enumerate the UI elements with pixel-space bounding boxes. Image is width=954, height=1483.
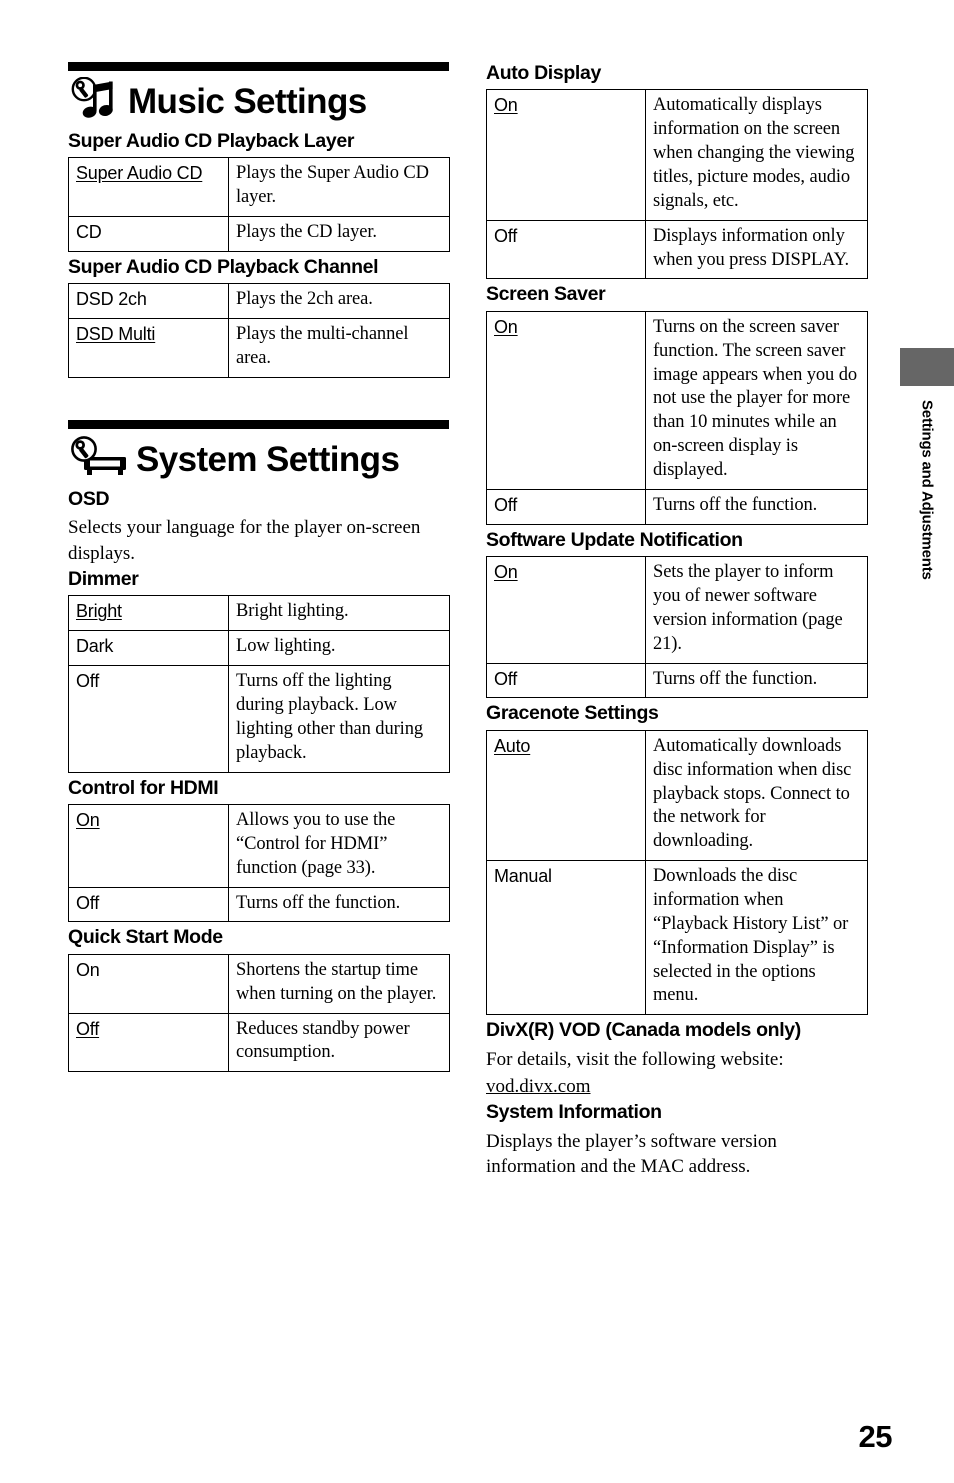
wrench-music-note-icon — [68, 76, 122, 126]
manual-page: Music Settings Super Audio CD Playback L… — [0, 0, 954, 1483]
option-value: Low lighting. — [228, 630, 450, 667]
table-control-for-hdmi: On Allows you to use the “Control for HD… — [68, 803, 450, 923]
heading-divx-vod: DivX(R) VOD (Canada models only) — [486, 1019, 801, 1042]
table-auto-display: On Automatically displays information on… — [486, 89, 868, 280]
table-row: Off Reduces standby power consumption. — [68, 1012, 450, 1073]
table-row: Dark Low lighting. — [68, 630, 450, 667]
table-sacd-playback-layer: Super Audio CD Plays the Super Audio CD … — [68, 157, 450, 252]
option-value: Turns off the function. — [228, 886, 450, 923]
table-row: Manual Downloads the disc information wh… — [486, 860, 868, 1016]
heading-sacd-playback-channel: Super Audio CD Playback Channel — [68, 256, 379, 278]
left-column: Music Settings Super Audio CD Playback L… — [68, 62, 450, 1076]
heading-software-update-notification: Software Update Notification — [486, 528, 743, 551]
system-settings-banner: System Settings — [68, 420, 450, 484]
table-row: DSD 2ch Plays the 2ch area. — [68, 283, 450, 320]
system-settings-title: System Settings — [136, 440, 400, 479]
heading-sacd-playback-layer: Super Audio CD Playback Layer — [68, 130, 355, 152]
heading-osd: OSD — [68, 488, 110, 510]
option-value: Plays the Super Audio CD layer. — [228, 157, 450, 218]
option-key: Super Audio CD — [68, 157, 229, 218]
table-row: Off Turns off the function. — [486, 662, 868, 699]
table-row: Off Displays information only when you p… — [486, 219, 868, 280]
option-key: On — [68, 953, 229, 1014]
option-value: Automatically displays information on th… — [645, 89, 868, 221]
option-key: Off — [68, 886, 229, 923]
option-key: Off — [68, 665, 229, 773]
option-key: Off — [486, 219, 646, 280]
option-value: Downloads the disc information when “Pla… — [645, 860, 868, 1016]
table-row: On Allows you to use the “Control for HD… — [68, 803, 450, 888]
option-key: On — [486, 556, 646, 664]
table-row: Bright Bright lighting. — [68, 595, 450, 632]
heading-screen-saver: Screen Saver — [486, 283, 606, 306]
heading-auto-display: Auto Display — [486, 62, 601, 84]
side-tab-marker — [900, 348, 954, 386]
option-key: On — [486, 310, 646, 490]
option-key: Off — [486, 488, 646, 525]
heading-gracenote-settings: Gracenote Settings — [486, 702, 659, 725]
table-quick-start-mode: On Shortens the startup time when turnin… — [68, 953, 450, 1073]
music-settings-banner: Music Settings — [68, 62, 450, 126]
option-value: Turns off the function. — [645, 488, 868, 525]
option-key: Off — [486, 662, 646, 699]
option-value: Displays information only when you press… — [645, 219, 868, 280]
option-value: Plays the CD layer. — [228, 216, 450, 252]
heading-control-for-hdmi: Control for HDMI — [68, 776, 219, 799]
option-value: Turns on the screen saver function. The … — [645, 310, 868, 490]
divx-vod-url[interactable]: vod.divx.com — [486, 1076, 591, 1097]
heading-system-information: System Information — [486, 1101, 662, 1124]
option-key: DSD 2ch — [68, 283, 229, 320]
table-dimmer: Bright Bright lighting. Dark Low lightin… — [68, 595, 450, 773]
option-value: Shortens the startup time when turning o… — [228, 953, 450, 1014]
table-row: On Shortens the startup time when turnin… — [68, 953, 450, 1014]
heading-quick-start-mode: Quick Start Mode — [68, 926, 223, 949]
table-row: Off Turns off the function. — [68, 886, 450, 923]
table-row: On Automatically displays information on… — [486, 89, 868, 221]
option-key: On — [68, 803, 229, 888]
option-key: Manual — [486, 860, 646, 1016]
right-column: Auto Display On Automatically displays i… — [486, 62, 868, 1181]
table-row: DSD Multi Plays the multi-channel area. — [68, 318, 450, 378]
table-row: Auto Automatically downloads disc inform… — [486, 729, 868, 862]
option-value: Plays the multi-channel area. — [228, 318, 450, 378]
banner-rule — [68, 420, 449, 429]
table-sacd-playback-channel: DSD 2ch Plays the 2ch area. DSD Multi Pl… — [68, 283, 450, 378]
table-row: On Turns on the screen saver function. T… — [486, 310, 868, 490]
option-value: Reduces standby power consumption. — [228, 1012, 450, 1073]
table-row: Super Audio CD Plays the Super Audio CD … — [68, 157, 450, 218]
divx-vod-link-wrapper: vod.divx.com — [486, 1074, 868, 1099]
divx-vod-description: For details, visit the following website… — [486, 1048, 784, 1070]
table-software-update-notification: On Sets the player to inform you of newe… — [486, 556, 868, 699]
page-number: 25 — [858, 1419, 893, 1454]
side-tab: Settings and Adjustments — [900, 348, 954, 585]
table-row: On Sets the player to inform you of newe… — [486, 556, 868, 664]
music-settings-title: Music Settings — [128, 82, 367, 121]
table-gracenote-settings: Auto Automatically downloads disc inform… — [486, 729, 868, 1016]
option-value: Allows you to use the “Control for HDMI”… — [228, 803, 450, 888]
option-value: Automatically downloads disc information… — [645, 729, 868, 862]
option-key: DSD Multi — [68, 318, 229, 378]
option-key: On — [486, 89, 646, 221]
option-key: Bright — [68, 595, 229, 632]
osd-description: Selects your language for the player on-… — [68, 517, 421, 564]
option-value: Bright lighting. — [228, 595, 450, 632]
option-value: Sets the player to inform you of newer s… — [645, 556, 868, 664]
table-row: Off Turns off the function. — [486, 488, 868, 525]
table-row: CD Plays the CD layer. — [68, 216, 450, 252]
option-key: Off — [68, 1012, 229, 1073]
side-tab-label: Settings and Adjustments — [918, 400, 936, 580]
heading-dimmer: Dimmer — [68, 567, 139, 590]
option-key: Dark — [68, 630, 229, 667]
option-key: Auto — [486, 729, 646, 862]
banner-rule — [68, 62, 449, 71]
option-value: Plays the 2ch area. — [228, 283, 450, 320]
option-key: CD — [68, 216, 229, 252]
table-row: Off Turns off the lighting during playba… — [68, 665, 450, 773]
option-value: Turns off the function. — [645, 662, 868, 699]
option-value: Turns off the lighting during playback. … — [228, 665, 450, 773]
wrench-player-icon — [68, 435, 130, 484]
table-screen-saver: On Turns on the screen saver function. T… — [486, 310, 868, 525]
system-information-description: Displays the player’s software version i… — [486, 1130, 777, 1177]
